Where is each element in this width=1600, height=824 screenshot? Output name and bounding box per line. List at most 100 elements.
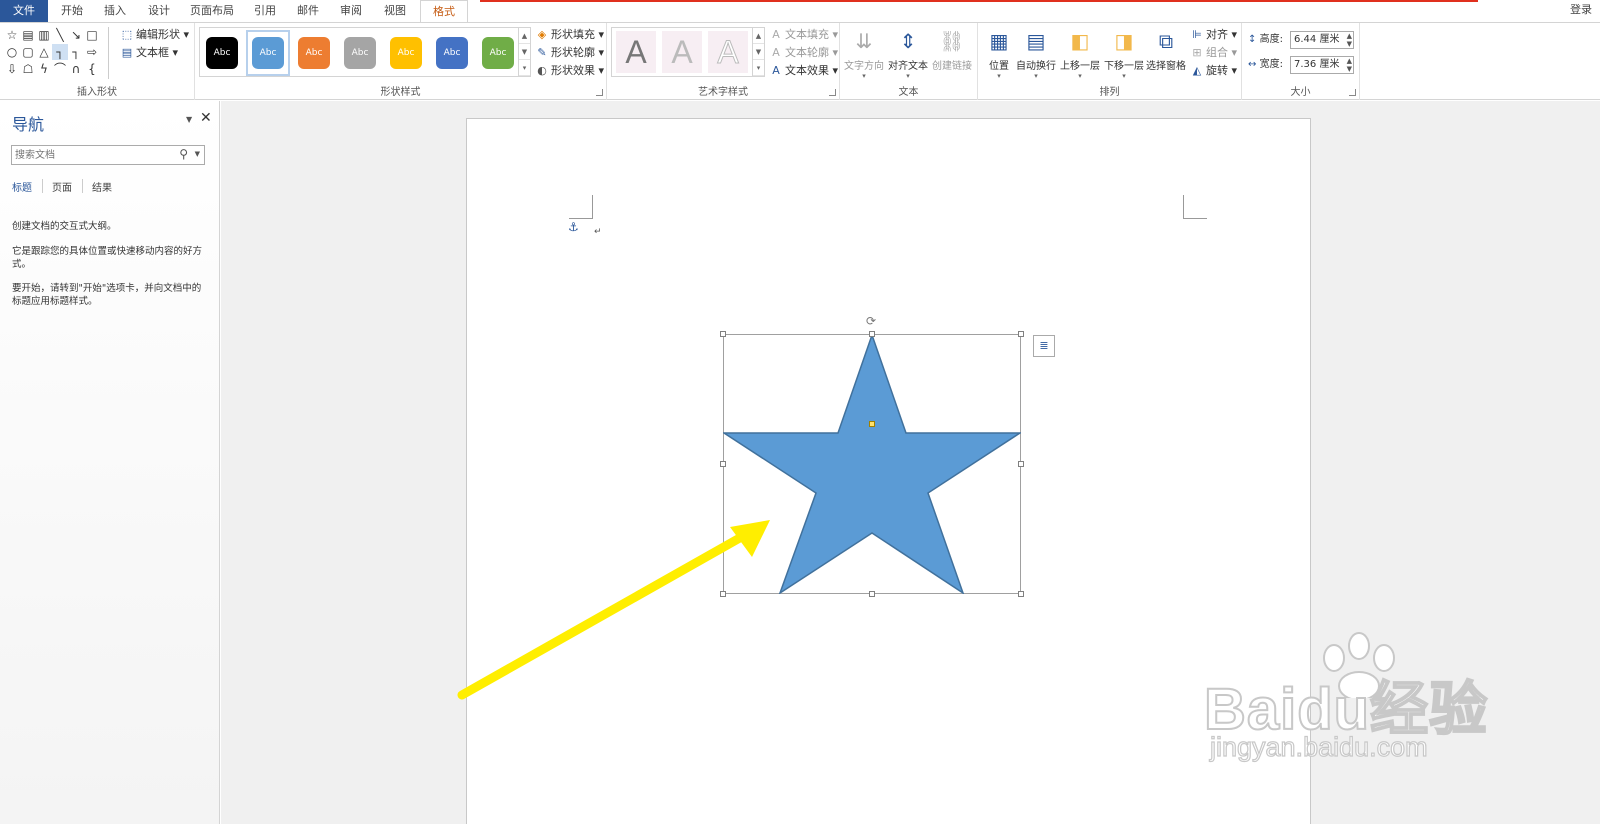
wordart-gallery-scroll[interactable]: ▲ ▼ ▾: [752, 28, 764, 76]
tab-insert[interactable]: 插入: [100, 0, 130, 22]
wrap-text-button[interactable]: ▤ 自动换行 ▾: [1016, 27, 1056, 80]
resize-handle[interactable]: [1018, 331, 1024, 337]
resize-handle[interactable]: [720, 331, 726, 337]
shape-gallery[interactable]: ☆ ▤ ▥ ╲ ↘ □ ○ ▢ △ ┐ ┐ ⇨ ⇩ ☖ ϟ ⌒ ∩ {: [4, 27, 118, 79]
selected-shape[interactable]: ⟳: [720, 314, 1024, 597]
rounded-rect-shape-icon[interactable]: ▢: [20, 44, 36, 60]
adjust-handle[interactable]: [869, 421, 875, 427]
search-input[interactable]: [12, 146, 172, 164]
shape-outline-button[interactable]: ✎ 形状轮廓 ▾: [535, 45, 604, 61]
oval-shape-icon[interactable]: ○: [4, 44, 20, 60]
resize-handle[interactable]: [869, 591, 875, 597]
document-page[interactable]: ⚓ ↵ ⟳ ≣: [466, 118, 1311, 824]
align-text-button[interactable]: ⇕ 对齐文本 ▾: [888, 27, 928, 80]
star-polygon[interactable]: [723, 334, 1021, 594]
style-gallery-scroll[interactable]: ▲ ▼ ▾: [518, 28, 530, 76]
resize-handle[interactable]: [1018, 591, 1024, 597]
close-icon[interactable]: ✕: [200, 110, 212, 126]
text-direction-button[interactable]: ⇊ 文字方向 ▾: [844, 27, 884, 80]
gallery-more-icon[interactable]: ▾: [519, 60, 530, 76]
group-button[interactable]: ⊞ 组合 ▾: [1190, 45, 1237, 61]
curve-shape-icon[interactable]: ∩: [68, 61, 84, 77]
align-button[interactable]: ⊫ 对齐 ▾: [1190, 27, 1237, 43]
brace-shape-icon[interactable]: {: [84, 61, 100, 77]
wordart-style[interactable]: A: [616, 31, 656, 73]
style-swatch[interactable]: Abc: [206, 37, 238, 69]
style-swatch[interactable]: Abc: [252, 37, 284, 69]
shape-effects-button[interactable]: ◐ 形状效果 ▾: [535, 63, 604, 79]
tab-page-layout[interactable]: 页面布局: [186, 0, 238, 22]
text-outline-button[interactable]: A 文本轮廓 ▾: [769, 45, 838, 61]
ribbon: ☆ ▤ ▥ ╲ ↘ □ ○ ▢ △ ┐ ┐ ⇨ ⇩ ☖ ϟ ⌒ ∩ { ⬚ 编辑形…: [0, 22, 1600, 119]
tab-design[interactable]: 设计: [144, 0, 174, 22]
tab-view[interactable]: 视图: [380, 0, 410, 22]
selection-pane-button[interactable]: ⧉ 选择窗格: [1146, 27, 1186, 72]
rotate-handle-icon[interactable]: ⟳: [866, 314, 876, 328]
spinner-icon[interactable]: ▲ ▼: [1347, 57, 1352, 73]
style-swatch[interactable]: Abc: [436, 37, 468, 69]
height-input[interactable]: 6.44 厘米 ▲ ▼: [1290, 31, 1354, 49]
nav-tab-headings[interactable]: 标题: [12, 179, 32, 194]
star-shape[interactable]: [723, 334, 1021, 594]
nav-tab-pages[interactable]: 页面: [52, 179, 72, 194]
dialog-launcher-icon[interactable]: [596, 89, 603, 96]
position-button[interactable]: ▦ 位置 ▾: [986, 27, 1012, 80]
style-swatch[interactable]: Abc: [344, 37, 376, 69]
send-backward-button[interactable]: ◨ 下移一层 ▾: [1104, 27, 1144, 80]
width-input[interactable]: 7.36 厘米 ▲ ▼: [1290, 56, 1354, 74]
gallery-more-icon[interactable]: ▾: [753, 60, 764, 76]
resize-handle[interactable]: [869, 331, 875, 337]
login-link[interactable]: 登录: [1570, 0, 1592, 20]
search-icon[interactable]: ⚲: [179, 147, 188, 161]
tab-references[interactable]: 引用: [250, 0, 280, 22]
nav-tab-separator: [82, 179, 83, 193]
elbow-arrow-icon[interactable]: ┐: [68, 44, 84, 60]
tab-mailings[interactable]: 邮件: [293, 0, 323, 22]
line-shape-icon[interactable]: ╲: [52, 27, 68, 43]
triangle-shape-icon[interactable]: △: [36, 44, 52, 60]
text-fill-button[interactable]: A 文本填充 ▾: [769, 27, 838, 43]
wordart-style[interactable]: A: [708, 31, 748, 73]
edit-shape-button[interactable]: ⬚ 编辑形状 ▾: [120, 27, 189, 43]
scroll-up-icon[interactable]: ▲: [753, 28, 764, 44]
bring-forward-button[interactable]: ◧ 上移一层 ▾: [1060, 27, 1100, 80]
vertical-text-box-icon[interactable]: ▥: [36, 27, 52, 43]
resize-handle[interactable]: [1018, 461, 1024, 467]
chevron-down-icon[interactable]: ▼: [195, 150, 200, 158]
arc-shape-icon[interactable]: ⌒: [52, 61, 68, 77]
create-link-button[interactable]: ⛓ 创建链接: [932, 27, 972, 72]
shape-fill-button[interactable]: ◈ 形状填充 ▾: [535, 27, 604, 43]
style-swatch[interactable]: Abc: [298, 37, 330, 69]
resize-handle[interactable]: [720, 591, 726, 597]
scroll-down-icon[interactable]: ▼: [519, 44, 530, 60]
text-box-shape-icon[interactable]: ▤: [20, 27, 36, 43]
text-box-button[interactable]: ▤ 文本框 ▾: [120, 45, 178, 61]
shape-gallery-scroll[interactable]: [108, 27, 118, 79]
down-arrow-shape-icon[interactable]: ⇩: [4, 61, 20, 77]
scroll-down-icon[interactable]: ▼: [753, 44, 764, 60]
nav-options-icon[interactable]: ▼: [186, 115, 192, 124]
rotate-button[interactable]: ◭ 旋转 ▾: [1190, 63, 1237, 79]
tab-file[interactable]: 文件: [0, 0, 48, 22]
right-arrow-shape-icon[interactable]: ⇨: [84, 44, 100, 60]
spinner-icon[interactable]: ▲ ▼: [1347, 32, 1352, 48]
star-shape-icon[interactable]: ☆: [4, 27, 20, 43]
arrow-line-shape-icon[interactable]: ↘: [68, 27, 84, 43]
style-swatch[interactable]: Abc: [482, 37, 514, 69]
dialog-launcher-icon[interactable]: [829, 89, 836, 96]
resize-handle[interactable]: [720, 461, 726, 467]
wordart-style[interactable]: A: [662, 31, 702, 73]
rectangle-shape-icon[interactable]: □: [84, 27, 100, 43]
tab-format[interactable]: 格式: [420, 0, 468, 23]
dialog-launcher-icon[interactable]: [1349, 89, 1356, 96]
freeform-shape-icon[interactable]: ☖: [20, 61, 36, 77]
nav-tab-results[interactable]: 结果: [92, 179, 112, 194]
lightning-shape-icon[interactable]: ϟ: [36, 61, 52, 77]
tab-home[interactable]: 开始: [58, 0, 86, 22]
elbow-connector-icon[interactable]: ┐: [52, 44, 68, 60]
style-swatch[interactable]: Abc: [390, 37, 422, 69]
tab-review[interactable]: 审阅: [336, 0, 366, 22]
text-effects-button[interactable]: A 文本效果 ▾: [769, 63, 838, 79]
scroll-up-icon[interactable]: ▲: [519, 28, 530, 44]
layout-options-icon[interactable]: ≣: [1033, 335, 1055, 357]
